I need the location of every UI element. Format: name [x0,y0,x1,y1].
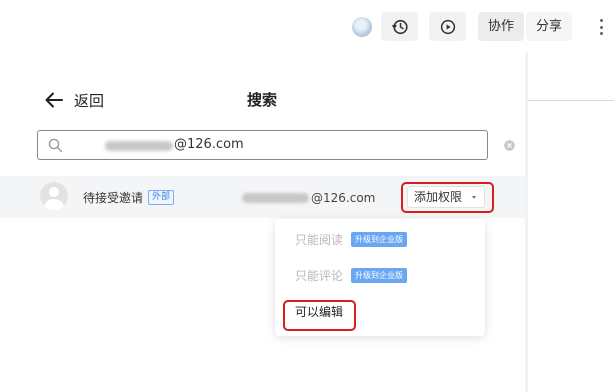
external-badge: 外部 [148,190,175,205]
history-button[interactable] [381,12,418,41]
chevron-down-icon [472,196,476,199]
blurred-text [242,193,309,203]
search-icon [48,138,63,153]
menu-item-comment-only[interactable]: 只能评论 升级到企业版 [275,264,485,288]
present-button[interactable] [429,12,466,41]
menu-item-read-only[interactable]: 只能阅读 升级到企业版 [275,228,485,252]
back-button[interactable]: 返回 [44,90,104,110]
edit-highlight [283,300,356,331]
avatar [40,182,68,210]
search-query: @126.com [174,137,244,152]
user-avatar[interactable] [352,17,372,37]
arrow-left-icon [45,92,63,108]
upgrade-badge[interactable]: 升级到企业版 [351,268,407,283]
document-divider [528,100,614,101]
clear-icon[interactable] [504,140,515,151]
panel-pointer [496,44,510,52]
history-icon [391,19,408,34]
upgrade-badge[interactable]: 升级到企业版 [351,232,407,247]
add-permission-button[interactable]: 添加权限 [407,186,485,208]
search-input[interactable]: @126.com [37,130,515,160]
invitee-status: 待接受邀请 [83,191,144,205]
blurred-text [105,141,173,151]
play-icon [440,19,455,34]
collab-tab[interactable]: 协作 [478,12,524,41]
add-permission-label: 添加权限 [414,190,463,204]
document-area [528,52,614,392]
share-tab[interactable]: 分享 [526,12,572,41]
panel-title: 搜索 [247,91,278,109]
invitee-email: @126.com [311,191,376,205]
more-icon[interactable] [595,16,607,38]
back-label: 返回 [74,91,105,110]
